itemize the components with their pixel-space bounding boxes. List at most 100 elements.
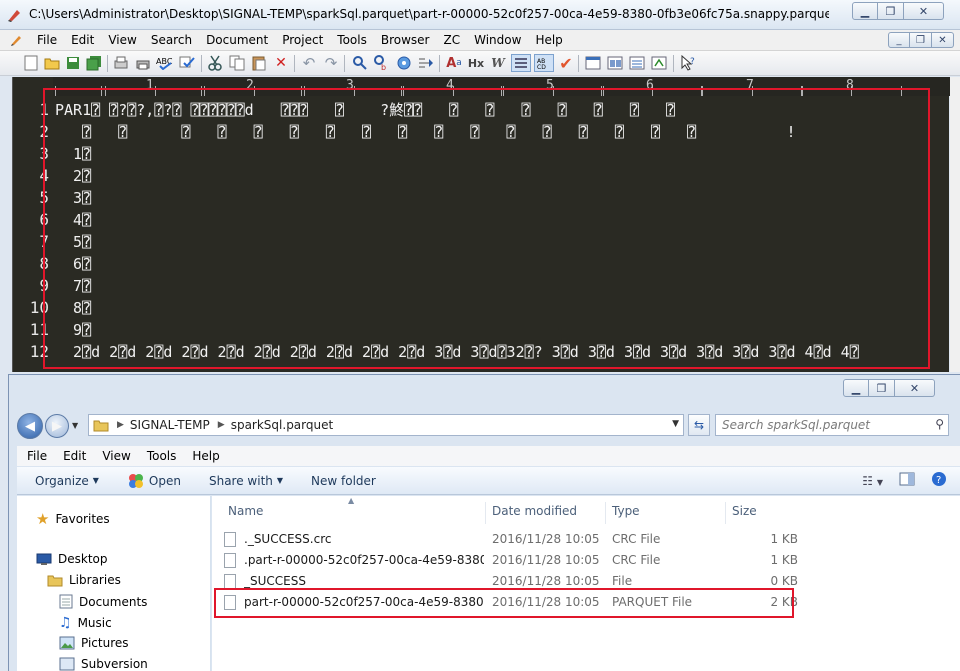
print-icon[interactable] <box>134 54 152 72</box>
back-button[interactable]: ◀ <box>17 413 43 439</box>
code-line[interactable]: 8⍰ <box>55 297 91 319</box>
doc-restore-button[interactable]: ❐ <box>910 32 932 48</box>
nav-subversion[interactable]: Subversion <box>59 657 148 671</box>
nav-music[interactable]: ♫ Music <box>59 615 112 631</box>
menu-browser[interactable]: Browser <box>381 33 436 48</box>
column-header-size[interactable]: Size <box>726 502 796 524</box>
refresh-button[interactable]: ⇆ <box>688 414 710 436</box>
menu-edit[interactable]: Edit <box>71 33 100 48</box>
spell-check-icon[interactable]: ABC <box>156 54 174 72</box>
explorer-menu-help[interactable]: Help <box>192 449 219 463</box>
nav-desktop[interactable]: Desktop <box>36 552 108 566</box>
share-with-button[interactable]: Share with ▼ <box>209 474 283 488</box>
explorer-maximize-button[interactable]: ❐ <box>869 379 895 397</box>
nav-favorites[interactable]: ★ Favorites <box>36 510 110 528</box>
menu-zc[interactable]: ZC <box>444 33 467 48</box>
column-header-type[interactable]: Type <box>606 502 726 524</box>
code-line[interactable]: 9⍰ <box>55 319 91 341</box>
search-input[interactable]: Search sparkSql.parquet ⚲ <box>715 414 949 436</box>
hex-view-icon[interactable]: Hx <box>467 54 485 72</box>
paste-icon[interactable] <box>250 54 268 72</box>
code-line[interactable]: 1⍰ <box>55 143 91 165</box>
nav-libraries[interactable]: Libraries <box>47 573 121 587</box>
maximize-button[interactable]: ❐ <box>878 2 904 20</box>
code-line[interactable]: 2⍰ <box>55 165 91 187</box>
address-dropdown-icon[interactable]: ▼ <box>672 419 679 429</box>
new-file-icon[interactable] <box>22 54 40 72</box>
doc-close-button[interactable]: ✕ <box>932 32 954 48</box>
editor-pane[interactable]: 12345678 1 2 3 4 5 6 7 8 9 10 11 12 PAR1⍰ ⍰?⍰?,⍰?⍰ … <box>12 77 952 372</box>
menu-document[interactable]: Document <box>206 33 274 48</box>
delete-icon[interactable]: ✕ <box>272 54 290 72</box>
check-icon[interactable] <box>178 54 196 72</box>
column-header-name[interactable]: Name <box>222 502 486 524</box>
file-row[interactable]: part-r-00000-52c0f257-00ca-4e59-8380-0..… <box>220 592 798 613</box>
history-dropdown-icon[interactable]: ▼ <box>72 421 78 430</box>
find-in-files-icon[interactable] <box>395 54 413 72</box>
window-cascade-icon[interactable] <box>606 54 624 72</box>
checkmark-icon[interactable]: ✔ <box>557 54 575 73</box>
cut-icon[interactable] <box>206 54 224 72</box>
column-header-date[interactable]: Date modified <box>486 502 606 524</box>
code-line[interactable]: 4⍰ <box>55 209 91 231</box>
explorer-minimize-button[interactable]: ▁ <box>843 379 869 397</box>
code-line[interactable]: ⍰ ⍰ ⍰ ⍰ ⍰ ⍰ ⍰ ⍰ ⍰ ⍰ ⍰ ⍰ ⍰ ⍰ ⍰ ⍰ ⍰ ! <box>55 121 795 143</box>
open-folder-icon[interactable] <box>43 54 61 72</box>
code-line[interactable]: 7⍰ <box>55 275 91 297</box>
code-line[interactable]: 3⍰ <box>55 187 91 209</box>
code-line[interactable]: 2⍰d 2⍰d 2⍰d 2⍰d 2⍰d 2⍰d 2⍰d 2⍰d 2⍰d 2⍰d … <box>55 341 859 363</box>
window-tile-icon[interactable] <box>584 54 602 72</box>
find-icon[interactable] <box>351 54 369 72</box>
menu-search[interactable]: Search <box>151 33 198 48</box>
font-icon[interactable]: Aa <box>445 54 463 72</box>
breadcrumb-signal-temp[interactable]: SIGNAL-TEMP <box>130 418 210 432</box>
browser-icon[interactable] <box>650 54 668 72</box>
undo-icon[interactable]: ↶ <box>300 54 318 72</box>
nav-pictures[interactable]: Pictures <box>59 636 129 650</box>
copy-icon[interactable] <box>228 54 246 72</box>
editor-scrollbar[interactable] <box>950 77 960 372</box>
menu-project[interactable]: Project <box>282 33 329 48</box>
replace-icon[interactable]: b <box>373 54 391 72</box>
close-button[interactable]: ✕ <box>904 2 944 20</box>
word-wrap-icon[interactable]: W <box>489 54 507 72</box>
file-row[interactable]: _SUCCESS 2016/11/28 10:05 File 0 KB <box>220 571 798 592</box>
goto-line-icon[interactable] <box>417 54 435 72</box>
context-help-icon[interactable]: ? <box>679 54 697 72</box>
ruler-toggle-icon[interactable]: AB CD <box>534 54 554 72</box>
open-button[interactable]: Open <box>127 473 181 489</box>
redo-icon[interactable]: ↷ <box>322 54 340 72</box>
code-line[interactable]: 6⍰ <box>55 253 91 275</box>
minimize-button[interactable]: ▁ <box>852 2 878 20</box>
line-number-toggle-icon[interactable] <box>511 54 531 72</box>
explorer-menu-tools[interactable]: Tools <box>147 449 177 463</box>
code-area[interactable]: PAR1⍰ ⍰?⍰?,⍰?⍰ ⍰⍰⍰⍰⍰⍰d ⍰⍰⍰ ⍰ ?鮗⍰⍰ ⍰ ⍰ ⍰ … <box>53 96 950 372</box>
help-icon[interactable]: ? <box>931 471 947 490</box>
file-row[interactable]: ._SUCCESS.crc 2016/11/28 10:05 CRC File 1 K… <box>220 529 798 550</box>
nav-documents[interactable]: Documents <box>59 594 147 609</box>
explorer-menu-edit[interactable]: Edit <box>63 449 86 463</box>
organize-button[interactable]: Organize ▼ <box>35 474 99 488</box>
window-list-icon[interactable] <box>628 54 646 72</box>
breadcrumb-sparksql-parquet[interactable]: sparkSql.parquet <box>231 418 334 432</box>
doc-minimize-button[interactable]: _ <box>888 32 910 48</box>
menu-file[interactable]: File <box>37 33 63 48</box>
menu-view[interactable]: View <box>108 33 142 48</box>
file-row[interactable]: .part-r-00000-52c0f257-00ca-4e59-8380-0.… <box>220 550 798 571</box>
explorer-close-button[interactable]: ✕ <box>895 379 935 397</box>
forward-button[interactable]: ▶ <box>45 414 69 438</box>
code-line[interactable]: PAR1⍰ ⍰?⍰?,⍰?⍰ ⍰⍰⍰⍰⍰⍰d ⍰⍰⍰ ⍰ ?鮗⍰⍰ ⍰ ⍰ ⍰ … <box>55 99 675 121</box>
preview-pane-icon[interactable] <box>899 472 915 489</box>
code-line[interactable]: 5⍰ <box>55 231 91 253</box>
menu-window[interactable]: Window <box>474 33 527 48</box>
save-all-icon[interactable] <box>85 54 103 72</box>
explorer-menu-file[interactable]: File <box>27 449 47 463</box>
print-preview-icon[interactable] <box>112 54 130 72</box>
menu-tools[interactable]: Tools <box>337 33 373 48</box>
explorer-menu-view[interactable]: View <box>102 449 130 463</box>
new-folder-button[interactable]: New folder <box>311 474 376 488</box>
save-icon[interactable] <box>64 54 82 72</box>
editplus-title-bar[interactable]: C:\Users\Administrator\Desktop\SIGNAL-TE… <box>0 0 960 30</box>
address-bar[interactable]: ▶ SIGNAL-TEMP ▶ sparkSql.parquet ▼ <box>88 414 684 436</box>
view-options-icon[interactable]: ☷ ▼ <box>862 474 883 488</box>
